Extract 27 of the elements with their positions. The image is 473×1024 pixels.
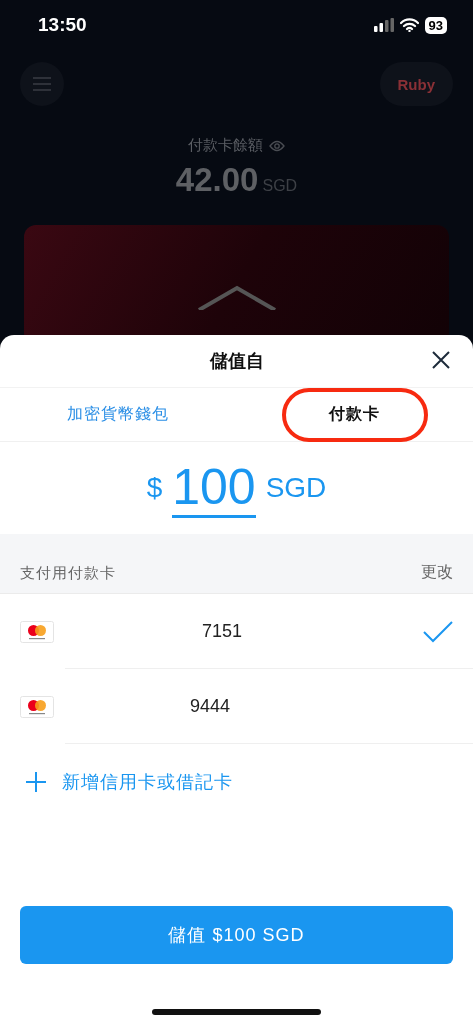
card-number[interactable]: 7151 [202, 621, 423, 642]
wifi-icon [399, 18, 419, 32]
section-title: 支付用付款卡 [20, 564, 116, 583]
change-link[interactable]: 更改 [421, 562, 453, 583]
tab[interactable]: 加密貨幣錢包 [0, 388, 237, 441]
card-number[interactable]: 9444 [190, 696, 453, 717]
chevron-icon [196, 285, 277, 310]
add-card-button[interactable]: 新增信用卡或借記卡 [0, 744, 473, 820]
eye-icon[interactable] [269, 139, 285, 152]
plus-icon [26, 772, 46, 792]
balance-label: 付款卡餘額 [188, 136, 263, 155]
close-button[interactable] [431, 350, 451, 370]
balance-amount: 42.00 [175, 161, 259, 199]
top-up-button[interactable]: 儲值 $100 SGD [20, 906, 453, 964]
currency-code: SGD [265, 472, 327, 504]
currency-symbol: $ [146, 472, 163, 504]
battery-level: 93 [424, 16, 447, 34]
signal-icon [373, 18, 394, 32]
status-time: 13:50 [38, 14, 87, 36]
menu-icon [32, 76, 52, 92]
amount-field[interactable]: 100 [172, 462, 256, 518]
tab[interactable]: 付款卡 [236, 388, 473, 441]
menu-button[interactable] [20, 62, 64, 106]
mastercard-icon [20, 620, 54, 643]
sheet-title: 儲值自 [209, 350, 264, 373]
mastercard-icon [20, 695, 54, 718]
profile-button[interactable]: Ruby [379, 62, 453, 106]
